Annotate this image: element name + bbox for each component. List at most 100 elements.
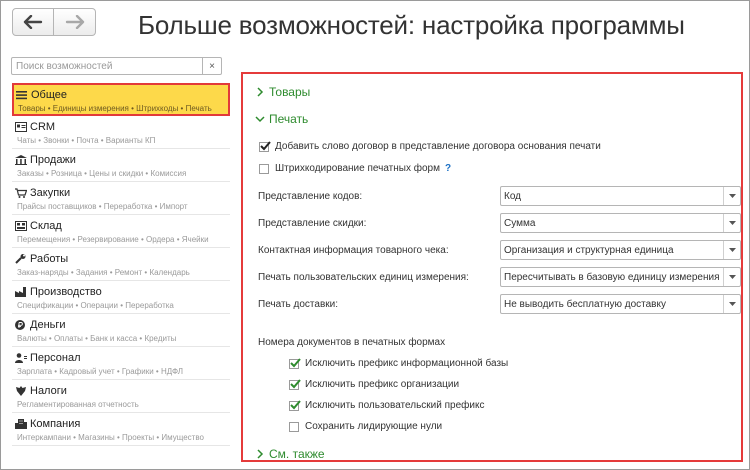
triangle-down-icon [728,194,736,198]
sidebar-item-subtitle: Зарплата • Кадровый учет • Графики • НДФ… [17,367,184,376]
chevron-right-icon [257,449,264,459]
receipt-contact-select[interactable]: Организация и структурная единица [500,240,741,260]
sidebar-item-warehouse[interactable]: Склад Перемещения • Резервирование • Орд… [12,215,230,248]
select-value: Код [504,190,522,202]
sidebar-item-title: Деньги [30,319,66,331]
store-icon [15,155,27,165]
sidebar-item-title: Общее [31,89,68,101]
clear-search-button[interactable]: × [202,58,221,74]
discount-representation-select[interactable]: Сумма [500,213,741,233]
menu-lines-icon [16,91,27,100]
group-goods[interactable]: Товары [255,85,310,99]
sidebar-item-title: Закупки [30,187,71,199]
select-value: Организация и структурная единица [504,244,674,256]
forward-button[interactable] [54,8,96,36]
crm-card-icon [15,122,27,132]
exclude-org-prefix-option: Исключить префикс организации [289,378,459,390]
emblem-icon [16,386,26,396]
field-label: Представление скидки: [258,217,367,229]
sidebar-item-crm[interactable]: CRM Чаты • Звонки • Почта • Варианты КП [12,116,230,149]
sidebar-item-title: Производство [30,286,102,298]
cart-icon [15,188,27,198]
search-box: × [11,57,222,75]
page-title: Больше возможностей: настройка программы [138,10,685,40]
triangle-down-icon [728,248,736,252]
exclude-infobase-prefix-option: Исключить префикс информационной базы [289,357,509,369]
wrench-icon [15,254,26,264]
triangle-down-icon [728,275,736,279]
group-print[interactable]: Печать [255,112,308,126]
factory-icon [15,287,26,297]
history-nav [12,8,96,36]
sidebar-item-sales[interactable]: Продажи Заказы • Розница • Цены и скидки… [12,149,230,182]
dropdown-button[interactable] [723,214,740,232]
delivery-print-field: Печать доставки: Не выводить бесплатную … [258,294,748,314]
delivery-print-select[interactable]: Не выводить бесплатную доставку [500,294,741,314]
sidebar-item-money[interactable]: Деньги Валюты • Оплаты • Банк и касса • … [12,314,230,347]
select-value: Не выводить бесплатную доставку [504,298,666,310]
select-value: Пересчитывать в базовую единицу измерени… [504,271,720,283]
checkmark-icon [290,399,301,409]
settings-panel: Товары Печать Добавить слово договор в п… [241,72,743,462]
custom-units-print-field: Печать пользовательских единиц измерения… [258,267,748,287]
barcode-print-option: Штрихкодирование печатных форм ? [259,163,451,174]
receipt-contact-field: Контактная информация товарного чека: Ор… [258,240,748,260]
triangle-down-icon [728,302,736,306]
sidebar-item-subtitle: Заказы • Розница • Цены и скидки • Комис… [17,169,187,178]
sidebar-item-title: Компания [30,418,81,430]
barcode-print-checkbox[interactable] [259,163,269,174]
checkmark-icon [290,378,301,388]
checkbox-label: Исключить префикс информационной базы [305,358,509,369]
sidebar-item-subtitle: Перемещения • Резервирование • Ордера • … [17,235,209,244]
doc-numbers-heading: Номера документов в печатных формах [258,337,446,348]
chevron-down-icon [255,116,265,123]
back-button[interactable] [12,8,54,36]
add-contract-word-checkbox[interactable] [259,140,271,152]
chevron-right-icon [257,87,264,97]
codes-representation-field: Представление кодов: Код [258,186,748,206]
sidebar-item-purchases[interactable]: Закупки Прайсы поставщиков • Переработка… [12,182,230,215]
sidebar-item-works[interactable]: Работы Заказ-наряды • Задания • Ремонт •… [12,248,230,281]
sidebar-item-subtitle: Спецификации • Операции • Переработка [17,301,174,310]
sidebar-item-subtitle: Товары • Единицы измерения • Штрихкоды •… [18,104,212,113]
codes-representation-select[interactable]: Код [500,186,741,206]
sidebar-item-title: Персонал [30,352,81,364]
sidebar-item-subtitle: Прайсы поставщиков • Переработка • Импор… [17,202,188,211]
exclude-user-prefix-checkbox[interactable] [289,399,301,411]
company-icon [15,419,27,429]
sidebar-item-production[interactable]: Производство Спецификации • Операции • П… [12,281,230,314]
arrow-right-icon [65,15,84,29]
sidebar-item-title: CRM [30,121,56,133]
sidebar-item-title: Продажи [30,154,76,166]
keep-leading-zeros-checkbox[interactable] [289,421,299,432]
sidebar: Общее Товары • Единицы измерения • Штрих… [12,83,230,446]
search-input[interactable] [12,60,202,72]
exclude-org-prefix-checkbox[interactable] [289,378,301,390]
dropdown-button[interactable] [723,187,740,205]
dropdown-button[interactable] [723,295,740,313]
arrow-left-icon [23,15,43,29]
sidebar-item-personnel[interactable]: Персонал Зарплата • Кадровый учет • Граф… [12,347,230,380]
checkbox-label: Сохранить лидирующие нули [305,421,443,432]
checkbox-label: Штрихкодирование печатных форм [275,163,440,174]
dropdown-button[interactable] [723,268,740,286]
checkmark-icon [290,357,301,367]
dropdown-button[interactable] [723,241,740,259]
sidebar-item-subtitle: Интеркампани • Магазины • Проекты • Имущ… [17,433,204,442]
checkbox-label: Исключить пользовательский префикс [305,400,485,411]
custom-units-print-select[interactable]: Пересчитывать в базовую единицу измерени… [500,267,741,287]
select-value: Сумма [504,217,536,229]
field-label: Печать пользовательских единиц измерения… [258,271,469,283]
exclude-infobase-prefix-checkbox[interactable] [289,357,301,369]
sidebar-item-subtitle: Валюты • Оплаты • Банк и касса • Кредиты [17,334,177,343]
sidebar-item-taxes[interactable]: Налоги Регламентированная отчетность [12,380,230,413]
field-label: Печать доставки: [258,298,339,310]
sidebar-item-subtitle: Регламентированная отчетность [17,400,139,409]
sidebar-item-subtitle: Чаты • Звонки • Почта • Варианты КП [17,136,156,145]
help-icon[interactable]: ? [445,163,451,174]
sidebar-item-general[interactable]: Общее Товары • Единицы измерения • Штрих… [12,83,230,116]
sidebar-item-company[interactable]: Компания Интеркампани • Магазины • Проек… [12,413,230,446]
group-see-also[interactable]: См. также [255,447,325,461]
group-title: Печать [269,112,309,126]
triangle-down-icon [728,221,736,225]
